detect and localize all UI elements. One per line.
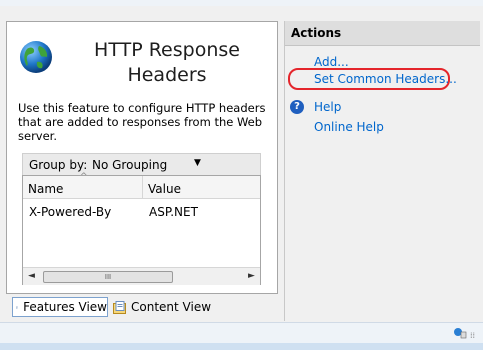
horizontal-scrollbar[interactable]: ◄ III ► [23, 267, 260, 285]
sort-indicator-icon: ^ [80, 172, 88, 182]
column-header-name[interactable]: Name [28, 182, 63, 196]
scroll-right-icon[interactable]: ► [248, 271, 255, 281]
group-by-bar: Group by: No Grouping ▼ [22, 153, 261, 175]
tab-features-view[interactable]: Features View [12, 297, 108, 317]
window-bottom-edge [0, 343, 483, 350]
resize-grip-icon[interactable]: ⁞⁞ [470, 331, 475, 340]
online-help-link[interactable]: Online Help [314, 120, 384, 134]
tab-label: Content View [131, 300, 212, 314]
help-link[interactable]: Help [314, 100, 341, 114]
content-view-icon [113, 300, 126, 314]
column-header-value[interactable]: Value [148, 182, 181, 196]
headers-list: ^ Name Value X-Powered-By ASP.NET ◄ III … [22, 172, 261, 285]
feature-page-panel: HTTP Response Headers Use this feature t… [6, 21, 278, 294]
row-value-cell[interactable]: ASP.NET [149, 205, 198, 219]
actions-pane: Actions Add... Set Common Headers... ? H… [284, 21, 480, 321]
dropdown-arrow-icon[interactable]: ▼ [194, 158, 201, 168]
list-header: ^ Name Value [23, 172, 260, 199]
status-bar: ⁞⁞ [0, 322, 483, 343]
tab-content-view[interactable]: Content View [113, 297, 211, 317]
column-divider[interactable] [142, 176, 143, 198]
network-status-icon [454, 328, 467, 339]
group-by-label: Group by: [29, 158, 88, 172]
set-common-headers-link[interactable]: Set Common Headers... [314, 72, 457, 86]
actions-header: Actions [285, 21, 480, 46]
add-link[interactable]: Add... [314, 55, 349, 69]
scroll-left-icon[interactable]: ◄ [28, 271, 35, 281]
globe-icon [20, 41, 52, 73]
group-by-dropdown[interactable]: No Grouping [92, 158, 167, 172]
tab-label: Features View [23, 300, 107, 314]
row-name-cell[interactable]: X-Powered-By [29, 205, 111, 219]
feature-description: Use this feature to configure HTTP heade… [18, 101, 266, 143]
window-top-edge [0, 0, 483, 6]
actions-title: Actions [291, 26, 342, 40]
table-row[interactable]: X-Powered-By ASP.NET [23, 203, 260, 221]
scroll-thumb[interactable]: III [43, 271, 173, 283]
page-title: HTTP Response Headers [94, 39, 240, 86]
features-view-icon [16, 305, 19, 309]
help-icon: ? [290, 100, 304, 114]
